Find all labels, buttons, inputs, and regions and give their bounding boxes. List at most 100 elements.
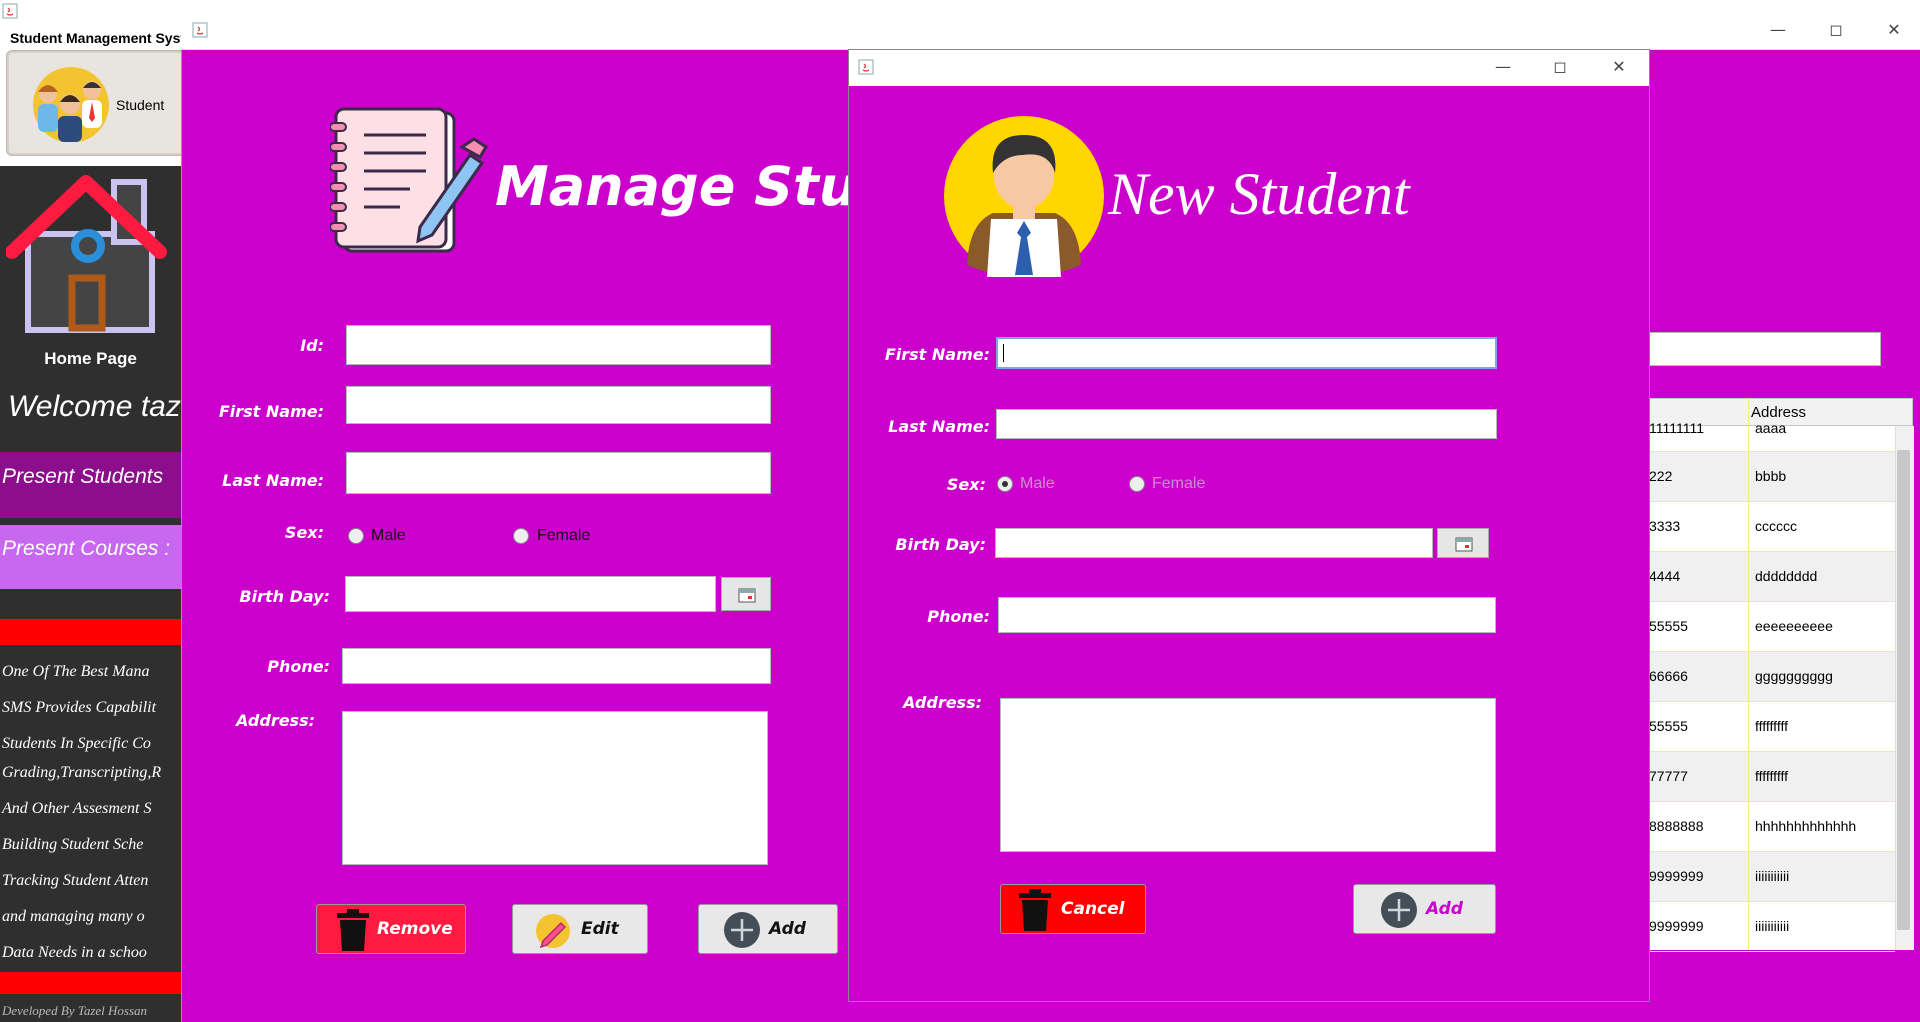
dialog-add-button[interactable]: Add	[1353, 884, 1496, 934]
calendar-icon	[1455, 537, 1473, 552]
address-textarea[interactable]	[342, 711, 768, 865]
male-radio[interactable]	[348, 528, 364, 544]
add-button[interactable]: Add	[698, 904, 838, 954]
dialog-close-icon[interactable]: ✕	[1609, 57, 1629, 77]
dialog-calendar-button[interactable]	[1437, 528, 1489, 558]
table-row[interactable]: 77777 fffffffff	[1645, 752, 1895, 802]
welcome-text: Welcome taze	[8, 390, 198, 423]
id-label: Id:	[300, 336, 324, 355]
phone-cell: 9999999	[1649, 918, 1704, 934]
red-divider	[0, 972, 181, 994]
student-avatar-icon	[944, 116, 1104, 277]
table-row[interactable]: 9999999 iiiiiiiiiii	[1645, 902, 1895, 952]
edit-pencil-icon	[536, 914, 570, 949]
phone-cell: 4444	[1649, 568, 1681, 584]
birthday-label: Birth Day:	[239, 587, 330, 606]
address-cell: iiiiiiiiiii	[1755, 918, 1790, 934]
trash-icon	[1019, 889, 1051, 931]
new-student-title: New Student	[1108, 161, 1410, 227]
first-name-field[interactable]	[346, 386, 771, 424]
minimize-icon[interactable]: —	[1768, 20, 1788, 40]
java-app-icon	[192, 22, 208, 38]
description-line: Tracking Student Atten	[2, 872, 149, 889]
dialog-last-name-field[interactable]	[996, 409, 1497, 439]
dialog-female-radio-label: Female	[1152, 475, 1206, 492]
edit-button[interactable]: Edit	[512, 904, 648, 954]
phone-cell: 11111111	[1649, 420, 1705, 436]
remove-button-label: Remove	[377, 919, 453, 939]
home-page-label[interactable]: Home Page	[0, 349, 181, 369]
dialog-male-radio[interactable]	[997, 476, 1013, 492]
dialog-birthday-label: Birth Day:	[895, 535, 986, 554]
address-column-header[interactable]: Address	[1751, 404, 1806, 421]
dialog-last-name-label: Last Name:	[888, 417, 990, 436]
dialog-phone-label: Phone:	[927, 607, 990, 626]
add-button-label: Add	[769, 919, 806, 939]
red-divider	[0, 619, 181, 645]
dialog-address-textarea[interactable]	[1000, 698, 1496, 852]
table-row[interactable]: 66666 gggggggggg	[1645, 652, 1895, 702]
table-row[interactable]: 55555 eeeeeeeeee	[1645, 602, 1895, 652]
address-label: Address:	[236, 711, 315, 730]
calendar-button[interactable]	[721, 577, 771, 611]
footer-credit: Developed By Tazel Hossan	[2, 1003, 148, 1018]
present-courses-label: Present Courses :	[2, 537, 171, 560]
java-app-icon	[2, 3, 18, 19]
table-row[interactable]: 11111111 aaaa	[1645, 420, 1895, 452]
table-row[interactable]: 9999999 iiiiiiiiiii	[1645, 852, 1895, 902]
scrollbar-thumb[interactable]	[1897, 450, 1910, 930]
address-cell: aaaa	[1755, 420, 1787, 436]
dialog-add-button-label: Add	[1426, 899, 1463, 919]
dialog-maximize-icon[interactable]: ◻	[1550, 57, 1570, 77]
phone-cell: 77777	[1649, 768, 1688, 784]
maximize-icon[interactable]: ◻	[1826, 20, 1846, 40]
table-row[interactable]: 222 bbbb	[1645, 452, 1895, 502]
java-app-icon	[858, 59, 874, 75]
dialog-female-radio[interactable]	[1129, 476, 1145, 492]
students-group-icon	[33, 67, 109, 142]
address-cell: iiiiiiiiiii	[1755, 868, 1790, 884]
edit-button-label: Edit	[581, 919, 619, 939]
dialog-cancel-button[interactable]: Cancel	[1000, 884, 1146, 934]
female-radio[interactable]	[513, 528, 529, 544]
dialog-address-label: Address:	[903, 693, 982, 712]
description-line: and managing many o	[2, 908, 145, 925]
close-icon[interactable]: ✕	[1884, 20, 1904, 40]
cancel-button-label: Cancel	[1061, 899, 1125, 919]
last-name-field[interactable]	[346, 452, 771, 494]
table-row[interactable]: 3333 cccccc	[1645, 502, 1895, 552]
dialog-birthday-field[interactable]	[995, 528, 1433, 558]
text-cursor	[1003, 344, 1004, 362]
birthday-field[interactable]	[345, 576, 716, 612]
address-cell: fffffffff	[1755, 768, 1788, 784]
dialog-sex-label: Sex:	[946, 475, 986, 494]
home-icon[interactable]	[6, 172, 168, 334]
table-row[interactable]: 4444 dddddddd	[1645, 552, 1895, 602]
address-cell: gggggggggg	[1755, 668, 1833, 684]
male-radio-label: Male	[371, 527, 406, 544]
description-line: And Other Assesment S	[2, 800, 152, 817]
address-cell: hhhhhhhhhhhhh	[1755, 818, 1857, 834]
dialog-first-name-label: First Name:	[884, 345, 990, 364]
description-line: Data Needs in a schoo	[2, 944, 147, 961]
description-line: One Of The Best Mana	[2, 663, 150, 680]
phone-label: Phone:	[267, 657, 330, 676]
id-field[interactable]	[346, 325, 771, 365]
radio-selected-dot	[1002, 481, 1008, 487]
phone-cell: 55555	[1649, 718, 1688, 734]
table-row[interactable]: 8888888 hhhhhhhhhhhhh	[1645, 802, 1895, 852]
table-row[interactable]: 55555 fffffffff	[1645, 702, 1895, 752]
address-cell: bbbb	[1755, 468, 1787, 484]
dialog-first-name-field[interactable]	[996, 337, 1497, 369]
dialog-minimize-icon[interactable]: —	[1493, 57, 1513, 77]
phone-field[interactable]	[342, 648, 771, 684]
search-field[interactable]	[1645, 332, 1881, 366]
dialog-male-radio-label: Male	[1020, 475, 1055, 492]
notebook-pencil-icon	[330, 107, 489, 253]
calendar-icon	[738, 588, 756, 603]
dialog-phone-field[interactable]	[998, 597, 1496, 633]
description-line: Students In Specific Co	[2, 735, 151, 752]
description-line: SMS Provides Capabilit	[2, 699, 157, 716]
address-cell: eeeeeeeeee	[1755, 618, 1833, 634]
remove-button[interactable]: Remove	[316, 904, 466, 954]
